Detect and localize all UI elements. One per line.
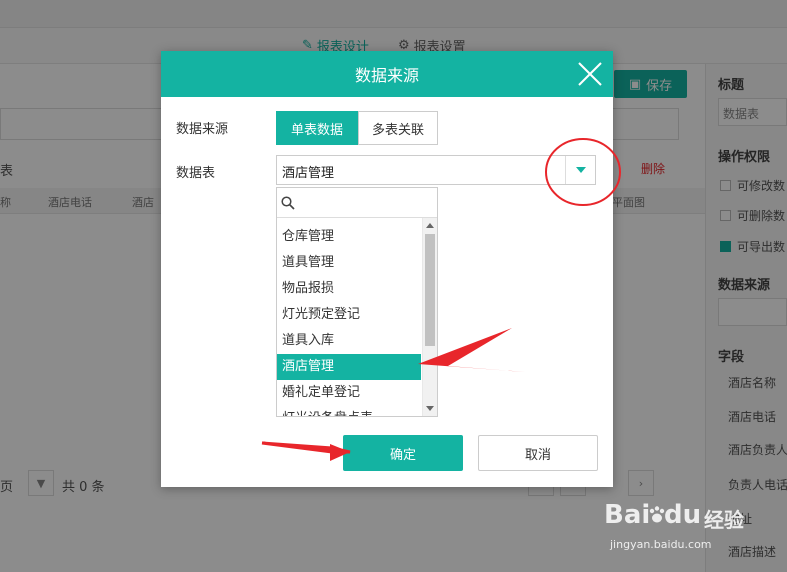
watermark-cn: 经验 [704, 508, 744, 532]
arrow-pointer-selected-item [418, 328, 525, 372]
baidu-watermark: Bai du 经验 jingyan.baidu.com [600, 500, 787, 572]
highlight-circle [545, 138, 621, 206]
watermark-url: jingyan.baidu.com [610, 538, 712, 551]
watermark-brand: Bai [604, 500, 651, 530]
annotation-layer [261, 138, 621, 461]
arrowhead [330, 444, 350, 461]
paw-icon [649, 506, 665, 523]
watermark-brand2: du [664, 500, 702, 530]
